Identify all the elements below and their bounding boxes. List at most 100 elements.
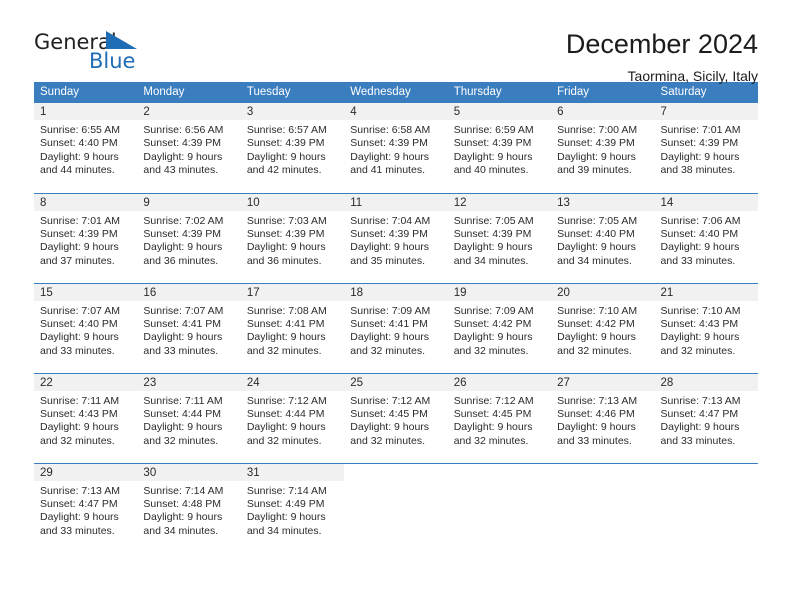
day-number: 30 bbox=[137, 463, 241, 481]
sunset-text: Sunset: 4:46 PM bbox=[557, 407, 635, 420]
daylight-text-line2: and 40 minutes. bbox=[453, 164, 529, 177]
day-details: Sunrise: 7:10 AM Sunset: 4:43 PM Daylight:… bbox=[655, 301, 758, 359]
calendar-day-cell[interactable]: 12 Sunrise: 7:05 AM Sunset: 4:39 PM Dayligh… bbox=[447, 192, 552, 283]
day-number: 16 bbox=[137, 283, 241, 301]
day-number: 14 bbox=[654, 193, 758, 211]
sunset-text: Sunset: 4:41 PM bbox=[350, 317, 428, 330]
calendar-day-cell[interactable]: 26 Sunrise: 7:12 AM Sunset: 4:45 PM Dayligh… bbox=[447, 372, 552, 463]
calendar-day-cell[interactable]: 29 Sunrise: 7:13 AM Sunset: 4:47 PM Dayligh… bbox=[34, 462, 138, 553]
sunrise-text: Sunrise: 7:10 AM bbox=[660, 304, 741, 317]
daylight-text-line1: Daylight: 9 hours bbox=[350, 150, 430, 163]
sunset-text: Sunset: 4:49 PM bbox=[246, 497, 325, 510]
sunrise-text: Sunrise: 7:05 AM bbox=[557, 214, 638, 227]
day-details: Sunrise: 7:05 AM Sunset: 4:40 PM Daylight:… bbox=[551, 211, 654, 269]
day-number: 28 bbox=[654, 373, 758, 391]
calendar-day-cell[interactable]: 19 Sunrise: 7:09 AM Sunset: 4:42 PM Dayligh… bbox=[447, 282, 552, 373]
calendar-day-cell[interactable]: 16 Sunrise: 7:07 AM Sunset: 4:41 PM Dayligh… bbox=[137, 282, 241, 373]
calendar-day-cell[interactable]: 27 Sunrise: 7:13 AM Sunset: 4:46 PM Dayligh… bbox=[551, 372, 655, 463]
day-details: Sunrise: 7:12 AM Sunset: 4:44 PM Daylight:… bbox=[241, 391, 344, 449]
daylight-text-line1: Daylight: 9 hours bbox=[246, 511, 326, 524]
calendar-day-cell[interactable]: 8 Sunrise: 7:01 AM Sunset: 4:39 PM Daylight… bbox=[34, 192, 138, 283]
daylight-text-line1: Daylight: 9 hours bbox=[350, 331, 430, 344]
calendar-day-cell[interactable]: 23 Sunrise: 7:11 AM Sunset: 4:44 PM Dayligh… bbox=[137, 372, 241, 463]
sunrise-text: Sunrise: 6:58 AM bbox=[350, 124, 431, 136]
calendar-day-cell[interactable]: 22 Sunrise: 7:11 AM Sunset: 4:43 PM Dayligh… bbox=[34, 372, 138, 463]
weekday-header-sunday: Sunday bbox=[34, 82, 138, 103]
calendar-day-cell[interactable]: 10 Sunrise: 7:03 AM Sunset: 4:39 PM Dayligh… bbox=[240, 192, 345, 283]
calendar-day-cell[interactable]: 28 Sunrise: 7:13 AM Sunset: 4:47 PM Dayligh… bbox=[654, 372, 758, 463]
calendar-day-cell[interactable]: 2 Sunrise: 6:56 AM Sunset: 4:39 PM Daylight… bbox=[137, 103, 241, 193]
sunset-text: Sunset: 4:44 PM bbox=[246, 407, 325, 420]
daylight-text-line1: Daylight: 9 hours bbox=[453, 331, 533, 344]
day-number: 2 bbox=[137, 103, 241, 120]
day-details: Sunrise: 7:07 AM Sunset: 4:40 PM Daylight:… bbox=[34, 301, 137, 359]
calendar-week-row: 1 Sunrise: 6:55 AM Sunset: 4:40 PM Daylight… bbox=[34, 103, 758, 193]
day-details: Sunrise: 7:14 AM Sunset: 4:48 PM Daylight:… bbox=[137, 481, 240, 539]
daylight-text-line2: and 32 minutes. bbox=[557, 344, 632, 357]
daylight-text-line2: and 32 minutes. bbox=[143, 434, 219, 447]
calendar-day-cell[interactable]: 9 Sunrise: 7:02 AM Sunset: 4:39 PM Daylight… bbox=[137, 192, 241, 283]
calendar-day-cell[interactable]: 14 Sunrise: 7:06 AM Sunset: 4:40 PM Dayligh… bbox=[654, 192, 758, 283]
daylight-text-line2: and 32 minutes. bbox=[350, 434, 425, 447]
day-number: 1 bbox=[34, 103, 138, 120]
day-details: Sunrise: 7:05 AM Sunset: 4:39 PM Daylight:… bbox=[448, 211, 551, 269]
calendar-day-cell[interactable]: 13 Sunrise: 7:05 AM Sunset: 4:40 PM Dayligh… bbox=[551, 192, 655, 283]
calendar-day-cell[interactable]: 7 Sunrise: 7:01 AM Sunset: 4:39 PM Daylight… bbox=[654, 103, 758, 193]
calendar-day-cell[interactable]: 24 Sunrise: 7:12 AM Sunset: 4:44 PM Dayligh… bbox=[240, 372, 345, 463]
sunset-text: Sunset: 4:39 PM bbox=[350, 227, 428, 240]
daylight-text-line1: Daylight: 9 hours bbox=[246, 421, 326, 434]
sunrise-text: Sunrise: 6:57 AM bbox=[246, 124, 327, 136]
calendar-day-cell[interactable]: 30 Sunrise: 7:14 AM Sunset: 4:48 PM Dayligh… bbox=[137, 462, 241, 553]
daylight-text-line1: Daylight: 9 hours bbox=[660, 241, 740, 254]
weekday-header-monday: Monday bbox=[137, 82, 241, 103]
calendar-day-cell[interactable]: 25 Sunrise: 7:12 AM Sunset: 4:45 PM Dayligh… bbox=[344, 372, 448, 463]
day-details: Sunrise: 7:14 AM Sunset: 4:49 PM Daylight:… bbox=[241, 481, 344, 539]
day-details: Sunrise: 7:03 AM Sunset: 4:39 PM Daylight:… bbox=[241, 211, 344, 269]
page-header: General Blue December 2024 Taormina, Sic… bbox=[34, 0, 758, 84]
day-details bbox=[551, 481, 654, 485]
calendar-day-cell[interactable]: 15 Sunrise: 7:07 AM Sunset: 4:40 PM Dayligh… bbox=[34, 282, 138, 373]
calendar-day-cell[interactable]: 31 Sunrise: 7:14 AM Sunset: 4:49 PM Dayligh… bbox=[240, 462, 345, 553]
calendar-day-cell[interactable]: 5 Sunrise: 6:59 AM Sunset: 4:39 PM Daylight… bbox=[447, 103, 552, 193]
daylight-text-line2: and 32 minutes. bbox=[246, 434, 322, 447]
daylight-text-line1: Daylight: 9 hours bbox=[246, 331, 326, 344]
general-blue-logo[interactable]: General Blue bbox=[34, 28, 174, 78]
sunset-text: Sunset: 4:47 PM bbox=[40, 497, 118, 510]
calendar-day-cell[interactable]: 20 Sunrise: 7:10 AM Sunset: 4:42 PM Dayligh… bbox=[551, 282, 655, 373]
sunrise-text: Sunrise: 7:09 AM bbox=[453, 304, 534, 317]
weekday-header-tuesday: Tuesday bbox=[240, 82, 345, 103]
calendar-day-cell[interactable]: 18 Sunrise: 7:09 AM Sunset: 4:41 PM Dayligh… bbox=[344, 282, 448, 373]
day-details: Sunrise: 7:11 AM Sunset: 4:43 PM Daylight:… bbox=[34, 391, 137, 449]
day-number: 9 bbox=[137, 193, 241, 211]
day-number: 8 bbox=[34, 193, 138, 211]
calendar-day-cell[interactable]: 6 Sunrise: 7:00 AM Sunset: 4:39 PM Daylight… bbox=[551, 103, 655, 193]
day-number bbox=[655, 464, 758, 481]
sunrise-text: Sunrise: 7:12 AM bbox=[453, 394, 534, 407]
daylight-text-line2: and 33 minutes. bbox=[660, 254, 736, 267]
sunset-text: Sunset: 4:39 PM bbox=[40, 227, 118, 240]
logo-text-blue: Blue bbox=[89, 49, 136, 73]
daylight-text-line1: Daylight: 9 hours bbox=[350, 241, 430, 254]
day-details: Sunrise: 6:57 AM Sunset: 4:39 PM Daylight:… bbox=[241, 120, 344, 178]
sunrise-text: Sunrise: 7:01 AM bbox=[660, 124, 741, 136]
day-details: Sunrise: 7:13 AM Sunset: 4:47 PM Daylight:… bbox=[34, 481, 137, 539]
day-number: 12 bbox=[447, 193, 552, 211]
daylight-text-line2: and 34 minutes. bbox=[143, 524, 219, 537]
calendar-day-cell[interactable]: 1 Sunrise: 6:55 AM Sunset: 4:40 PM Daylight… bbox=[34, 103, 138, 193]
day-number: 29 bbox=[34, 463, 138, 481]
calendar-day-cell[interactable]: 3 Sunrise: 6:57 AM Sunset: 4:39 PM Daylight… bbox=[240, 103, 345, 193]
day-details: Sunrise: 7:13 AM Sunset: 4:47 PM Daylight:… bbox=[655, 391, 758, 449]
day-details: Sunrise: 7:01 AM Sunset: 4:39 PM Daylight:… bbox=[655, 120, 758, 178]
day-number: 10 bbox=[240, 193, 345, 211]
calendar-day-cell[interactable]: 11 Sunrise: 7:04 AM Sunset: 4:39 PM Dayligh… bbox=[344, 192, 448, 283]
calendar-day-cell[interactable]: 17 Sunrise: 7:08 AM Sunset: 4:41 PM Dayligh… bbox=[240, 282, 345, 373]
daylight-text-line1: Daylight: 9 hours bbox=[40, 241, 119, 254]
sunrise-text: Sunrise: 7:13 AM bbox=[40, 484, 120, 497]
day-details: Sunrise: 7:12 AM Sunset: 4:45 PM Daylight:… bbox=[448, 391, 551, 449]
calendar-day-cell[interactable]: 21 Sunrise: 7:10 AM Sunset: 4:43 PM Dayligh… bbox=[654, 282, 758, 373]
sunset-text: Sunset: 4:43 PM bbox=[660, 317, 739, 330]
day-details: Sunrise: 7:01 AM Sunset: 4:39 PM Daylight:… bbox=[34, 211, 137, 269]
sunset-text: Sunset: 4:39 PM bbox=[246, 137, 325, 150]
daylight-text-line1: Daylight: 9 hours bbox=[453, 241, 533, 254]
calendar-day-cell[interactable]: 4 Sunrise: 6:58 AM Sunset: 4:39 PM Daylight… bbox=[344, 103, 448, 193]
